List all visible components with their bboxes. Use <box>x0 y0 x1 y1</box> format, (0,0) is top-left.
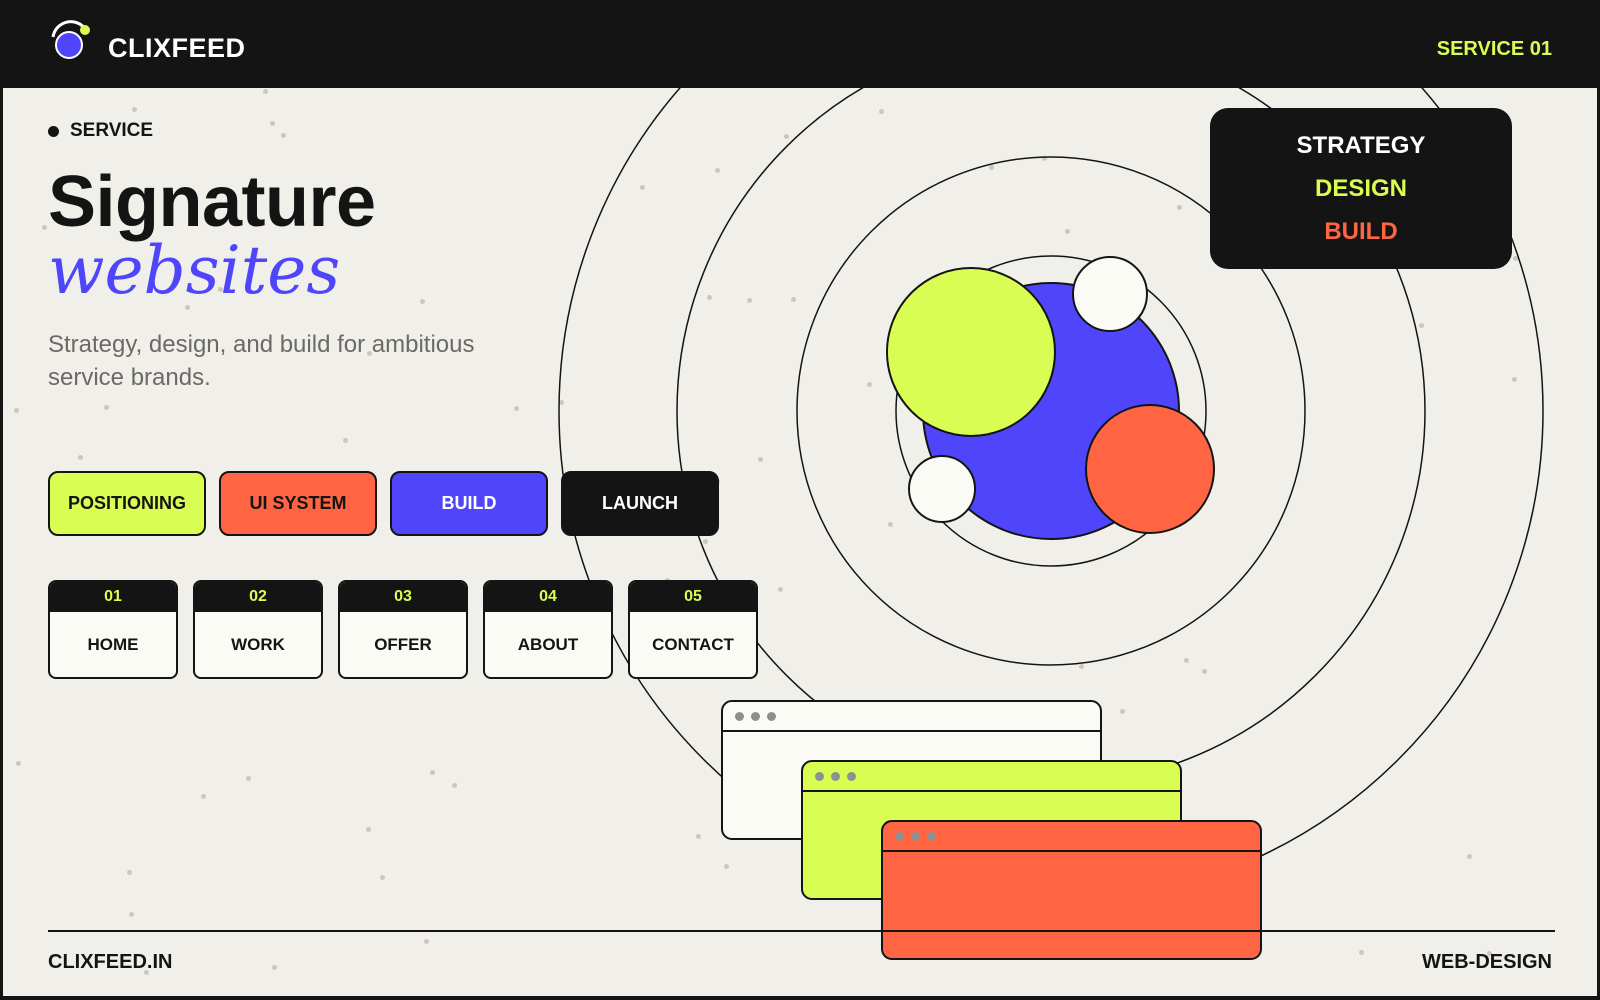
brand-name[interactable]: CLIXFEED <box>108 33 246 64</box>
coral-planet <box>1085 404 1215 534</box>
nav-number: 03 <box>340 582 466 612</box>
window-dot-icon <box>735 711 744 721</box>
nav-card-about[interactable]: 04 ABOUT <box>483 580 613 679</box>
white-moon-large <box>1072 256 1148 332</box>
service-number: SERVICE 01 <box>1436 38 1552 60</box>
window-dot-icon <box>847 771 856 781</box>
headline-italic: websites <box>48 232 341 309</box>
nav-number: 05 <box>630 582 756 612</box>
hero-subcopy: Strategy, design, and build for ambitiou… <box>48 331 475 391</box>
footer-rule <box>48 930 1555 932</box>
window-dot-icon <box>895 831 904 841</box>
nav-card-contact[interactable]: 05 CONTACT <box>628 580 758 679</box>
nav-label: HOME <box>87 634 139 654</box>
nav-card-home[interactable]: 01 HOME <box>48 580 178 679</box>
window-titlebar <box>883 822 1260 852</box>
footer-tag: WEB-DESIGN <box>1422 951 1552 973</box>
stack-line-strategy: STRATEGY <box>1296 131 1426 159</box>
window-dot-icon <box>911 831 920 841</box>
window-dot-icon <box>751 711 760 721</box>
bullet-dot-icon <box>48 125 59 137</box>
nav-card-work[interactable]: 02 WORK <box>193 580 323 679</box>
window-dot-icon <box>815 771 824 781</box>
window-titlebar <box>723 702 1100 732</box>
hero-canvas: SERVICE Signature websites Strategy, des… <box>3 88 1597 996</box>
window-titlebar <box>803 762 1180 792</box>
top-bar: CLIXFEED SERVICE 01 <box>0 0 1600 88</box>
nav-label: WORK <box>231 634 285 654</box>
headline: Signature <box>48 162 376 242</box>
footer-domain[interactable]: CLIXFEED.IN <box>48 951 172 974</box>
service-stack-card: STRATEGY DESIGN BUILD <box>1210 108 1512 269</box>
chip-positioning[interactable]: POSITIONING <box>48 471 206 536</box>
nav-number: 04 <box>485 582 611 612</box>
window-dot-icon <box>767 711 776 721</box>
window-dot-icon <box>831 771 840 781</box>
lime-planet <box>886 267 1056 437</box>
browser-window-coral <box>881 820 1262 960</box>
nav-number: 01 <box>50 582 176 612</box>
nav-label: ABOUT <box>517 634 579 654</box>
nav-card-offer[interactable]: 03 OFFER <box>338 580 468 679</box>
stack-line-build: BUILD <box>1324 217 1398 245</box>
eyebrow-label: SERVICE <box>70 120 154 141</box>
window-dot-icon <box>927 831 936 841</box>
nav-label: CONTACT <box>652 634 734 654</box>
chip-launch[interactable]: LAUNCH <box>561 471 719 536</box>
nav-label: OFFER <box>374 634 432 654</box>
service-eyebrow: SERVICE <box>48 120 153 142</box>
stack-line-design: DESIGN <box>1314 174 1407 202</box>
clixfeed-logo-icon[interactable] <box>46 18 94 66</box>
chip-build[interactable]: BUILD <box>390 471 548 536</box>
chip-ui-system[interactable]: UI SYSTEM <box>219 471 377 536</box>
nav-number: 02 <box>195 582 321 612</box>
white-moon-small <box>908 455 976 523</box>
